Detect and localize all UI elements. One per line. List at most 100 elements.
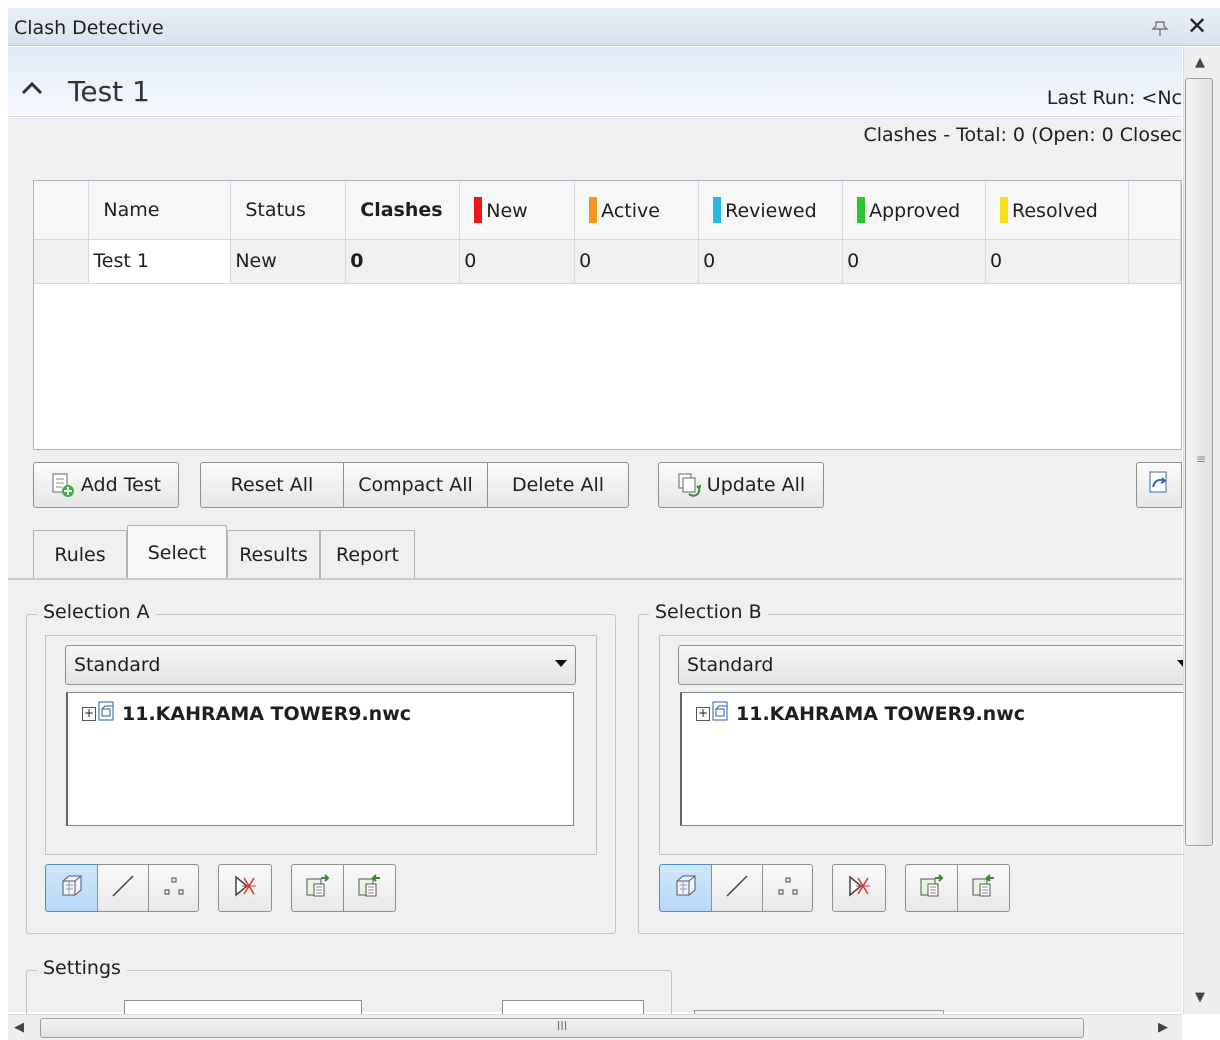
import-export-button[interactable]	[1136, 462, 1182, 508]
cell-resolved: 0	[985, 239, 1129, 284]
update-all-button[interactable]: Update All	[658, 462, 824, 508]
settings-title: Settings	[37, 957, 127, 979]
update-all-icon	[677, 472, 702, 498]
selection-a-title: Selection A	[37, 601, 156, 623]
column-header-reviewed[interactable]: Reviewed	[698, 181, 844, 240]
selection-a-surfaces-button[interactable]	[45, 864, 98, 912]
chevron-down-icon	[555, 660, 567, 667]
update-all-label: Update All	[706, 474, 806, 496]
row-selector-header	[34, 181, 90, 240]
delete-all-label: Delete All	[511, 474, 605, 496]
window-title-bar: Clash Detective ✕	[8, 8, 1220, 46]
surfaces-icon	[672, 873, 700, 903]
selection-b-use-current-button[interactable]	[905, 864, 958, 912]
use-current-selection-icon	[918, 872, 946, 904]
cell-active: 0	[574, 239, 700, 284]
lines-icon	[109, 873, 137, 903]
reset-all-label: Reset All	[230, 474, 314, 496]
vertical-grip-icon: ≡	[1196, 452, 1207, 466]
selection-a-tree[interactable]: + 11.KAHRAMA TOWER9.nwc	[66, 692, 574, 826]
column-header-status[interactable]: Status	[230, 181, 347, 240]
scroll-right-icon[interactable]: ▶	[1158, 1020, 1168, 1035]
selection-a-lines-button[interactable]	[97, 864, 149, 912]
tab-report[interactable]: Report	[320, 530, 415, 579]
selection-b-self-intersect-button[interactable]	[832, 864, 886, 912]
current-test-title: Test 1	[68, 75, 150, 108]
column-header-active[interactable]: Active	[574, 181, 700, 240]
tab-rules[interactable]: Rules	[33, 530, 127, 579]
cell-status: New	[230, 239, 347, 284]
selection-b-title: Selection B	[649, 601, 768, 623]
selection-a-mode-dropdown[interactable]: Standard	[65, 645, 576, 685]
clash-summary-text: Clashes - Total: 0 (Open: 0 Closec	[863, 124, 1182, 146]
selection-b-select-in-scene-button[interactable]	[957, 864, 1010, 912]
selection-b-tree[interactable]: + 11.KAHRAMA TOWER9.nwc	[680, 692, 1198, 826]
points-icon	[160, 873, 188, 903]
status-swatch-resolved	[1000, 196, 1009, 223]
add-test-button[interactable]: Add Test	[33, 462, 179, 508]
model-file-icon	[712, 701, 730, 726]
import-export-icon	[1146, 469, 1172, 502]
tab-results[interactable]: Results	[227, 530, 320, 579]
use-current-selection-icon	[304, 872, 332, 904]
horizontal-scroll-thumb[interactable]: III	[40, 1018, 1084, 1038]
delete-all-button[interactable]: Delete All	[487, 462, 629, 508]
tree-item[interactable]: + 11.KAHRAMA TOWER9.nwc	[82, 701, 411, 726]
reset-all-button[interactable]: Reset All	[200, 462, 344, 508]
surfaces-icon	[58, 873, 86, 903]
clash-summary: Clashes - Total: 0 (Open: 0 Closec	[8, 118, 1182, 178]
lines-icon	[723, 873, 751, 903]
column-header-filler	[1128, 181, 1182, 240]
pin-icon[interactable]	[1150, 18, 1172, 38]
select-in-scene-icon	[356, 872, 384, 904]
status-swatch-approved	[857, 196, 866, 223]
column-header-new[interactable]: New	[459, 181, 576, 240]
tests-table-header: Name Status Clashes New Active Reviewed …	[34, 181, 1182, 240]
add-test-label: Add Test	[80, 474, 162, 496]
tree-item-label: 11.KAHRAMA TOWER9.nwc	[736, 702, 1026, 725]
cell-approved: 0	[842, 239, 987, 284]
cell-name[interactable]: Test 1	[88, 239, 232, 284]
table-row[interactable]: Test 1 New 0 0 0 0 0 0	[34, 239, 1182, 284]
collapse-chevron-icon[interactable]	[20, 77, 44, 102]
expand-icon[interactable]: +	[696, 706, 710, 721]
last-run-label: Last Run: <Nc	[1046, 87, 1182, 109]
column-header-clashes[interactable]: Clashes	[345, 181, 461, 240]
row-selector[interactable]	[34, 239, 90, 284]
column-header-name[interactable]: Name	[88, 181, 232, 240]
selection-a-use-current-button[interactable]	[291, 864, 344, 912]
status-swatch-new	[474, 196, 483, 223]
scroll-up-icon[interactable]: ▲	[1195, 55, 1205, 70]
column-header-resolved[interactable]: Resolved	[985, 181, 1129, 240]
add-test-icon	[51, 472, 75, 498]
cell-clashes: 0	[345, 239, 461, 284]
selection-a-self-intersect-button[interactable]	[218, 864, 272, 912]
selection-b-surfaces-button[interactable]	[659, 864, 712, 912]
points-icon	[774, 873, 802, 903]
selection-b-mode-value: Standard	[687, 654, 774, 676]
selection-b-mode-dropdown[interactable]: Standard	[678, 645, 1198, 685]
close-icon[interactable]: ✕	[1184, 12, 1210, 42]
compact-all-button[interactable]: Compact All	[343, 462, 488, 508]
status-swatch-reviewed	[713, 196, 722, 223]
compact-all-label: Compact All	[358, 474, 473, 496]
cell-new: 0	[459, 239, 576, 284]
scroll-left-icon[interactable]: ◀	[14, 1020, 24, 1035]
cell-reviewed: 0	[698, 239, 844, 284]
cell-filler	[1128, 239, 1182, 284]
selection-b-lines-button[interactable]	[711, 864, 763, 912]
selection-a-points-button[interactable]	[148, 864, 199, 912]
tests-table: Name Status Clashes New Active Reviewed …	[34, 181, 1182, 284]
select-in-scene-icon	[970, 872, 998, 904]
selection-a-mode-value: Standard	[74, 654, 161, 676]
scroll-down-icon[interactable]: ▼	[1195, 990, 1205, 1005]
test-header: Test 1 Last Run: <Nc	[8, 47, 1182, 117]
expand-icon[interactable]: +	[82, 706, 96, 721]
window-title: Clash Detective	[14, 17, 164, 39]
column-header-approved[interactable]: Approved	[842, 181, 987, 240]
tab-select[interactable]: Select	[127, 525, 227, 580]
selection-b-points-button[interactable]	[762, 864, 813, 912]
tree-item[interactable]: + 11.KAHRAMA TOWER9.nwc	[696, 701, 1025, 726]
status-swatch-active	[589, 196, 598, 223]
selection-a-select-in-scene-button[interactable]	[343, 864, 396, 912]
